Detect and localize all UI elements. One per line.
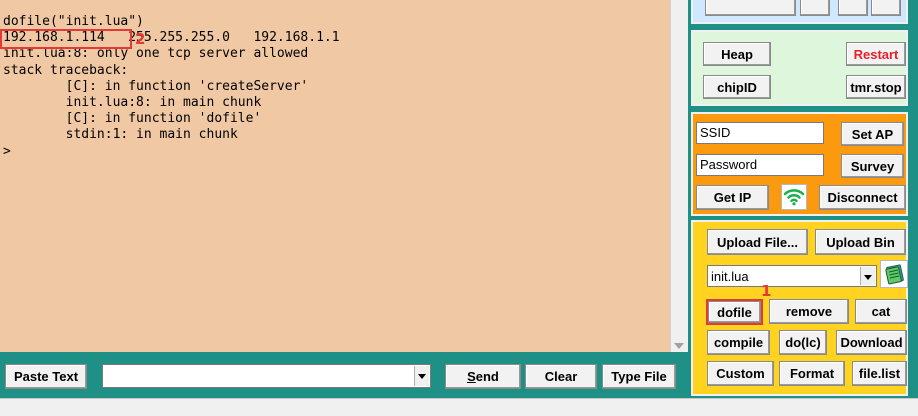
terminal-line: [C]: in function 'dofile' [3, 111, 262, 127]
terminal-line: stdin:1: in main chunk [3, 127, 238, 143]
file-select-value: init.lua [711, 269, 749, 284]
send-button[interactable]: Send [445, 364, 521, 389]
ip-highlight-box [0, 29, 132, 49]
disconnect-button[interactable]: Disconnect [819, 185, 906, 210]
terminal-line: stack traceback: [3, 62, 129, 78]
annotation-number-2: 2 [135, 30, 146, 48]
remove-button[interactable]: remove [769, 299, 849, 324]
top-button-4[interactable] [871, 0, 901, 16]
file-group: Upload File... Upload Bin init.lua dofil… [691, 220, 908, 396]
terminal-line: dofile("init.lua") [3, 14, 144, 29]
dofile-button[interactable]: dofile [706, 299, 763, 325]
tmr-stop-button[interactable]: tmr.stop [846, 75, 906, 99]
top-group [691, 0, 908, 24]
status-strip [0, 398, 918, 416]
command-bar: Paste Text Send Clear Type File [0, 352, 688, 398]
send-hotkey-letter: S [467, 369, 476, 384]
wifi-group: SSID Set AP Password Survey Get IP Disco… [691, 112, 908, 216]
survey-button[interactable]: Survey [841, 154, 904, 178]
scroll-down-arrow-icon[interactable] [674, 343, 684, 349]
file-select[interactable]: init.lua [707, 265, 877, 287]
get-ip-button[interactable]: Get IP [696, 185, 769, 210]
wifi-icon[interactable] [781, 184, 807, 210]
format-button[interactable]: Format [779, 361, 845, 386]
command-input[interactable] [102, 364, 431, 388]
upload-bin-button[interactable]: Upload Bin [815, 229, 906, 255]
terminal-prompt: > [3, 143, 11, 159]
terminal-output[interactable]: dofile("init.lua") 192.168.1.114 255.255… [0, 0, 670, 352]
upload-file-button[interactable]: Upload File... [707, 229, 808, 255]
heap-button[interactable]: Heap [703, 42, 771, 66]
notebook-icon[interactable] [880, 260, 908, 288]
dropdown-arrow-icon[interactable] [414, 366, 429, 386]
password-field[interactable]: Password [696, 154, 824, 176]
restart-button[interactable]: Restart [846, 42, 906, 66]
type-file-button[interactable]: Type File [602, 364, 676, 389]
terminal-line: [C]: in function 'createServer' [3, 78, 309, 94]
terminal-scrollbar[interactable] [670, 0, 689, 352]
chipid-button[interactable]: chipID [703, 75, 771, 99]
top-button-3[interactable] [838, 0, 868, 16]
custom-button[interactable]: Custom [707, 361, 774, 386]
terminal-line: init.lua:8: in main chunk [3, 95, 262, 111]
clear-button[interactable]: Clear [525, 364, 597, 389]
dropdown-arrow-icon[interactable] [860, 267, 875, 285]
top-button-2[interactable] [800, 0, 830, 16]
annotation-number-1: 1 [761, 282, 772, 300]
download-button[interactable]: Download [836, 330, 907, 355]
cat-button[interactable]: cat [855, 299, 907, 324]
ssid-field[interactable]: SSID [696, 122, 824, 144]
compile-button[interactable]: compile [707, 330, 770, 355]
paste-text-button[interactable]: Paste Text [5, 364, 87, 389]
set-ap-button[interactable]: Set AP [841, 122, 904, 146]
top-button-1[interactable] [705, 0, 796, 16]
node-control-group: Heap Restart chipID tmr.stop [691, 30, 908, 106]
control-panel: Heap Restart chipID tmr.stop SSID Set AP… [688, 0, 918, 398]
do-lc-button[interactable]: do(lc) [779, 330, 827, 355]
file-list-button[interactable]: file.list [852, 361, 907, 386]
